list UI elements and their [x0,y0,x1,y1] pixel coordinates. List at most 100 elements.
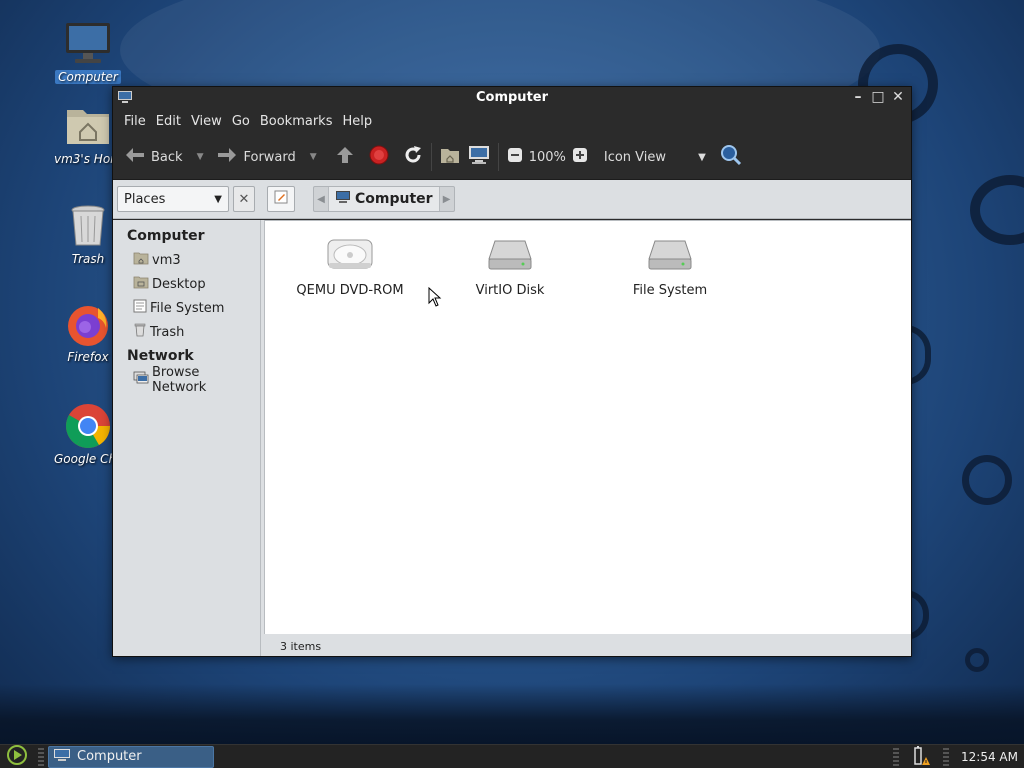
firefox-icon [64,300,112,348]
sidebar-item-label: Desktop [152,276,206,292]
computer-button[interactable] [464,141,494,173]
maximize-button[interactable]: □ [871,89,885,105]
file-item-file-system[interactable]: File System [595,237,745,298]
breadcrumb-left-arrow-icon[interactable]: ◀ [314,194,328,205]
sidebar-item-vm3[interactable]: vm3 [113,248,260,272]
forward-label: Forward [243,149,296,165]
icon-view[interactable]: QEMU DVD-ROM VirtIO Disk File System [264,220,911,634]
zoom-out-button[interactable] [503,141,527,173]
places-sidebar: Computer vm3 Desktop File System Trash N… [113,220,261,656]
back-history-dropdown-icon[interactable]: ▼ [197,152,204,162]
optical-drive-icon [275,237,425,271]
zoom-out-icon [507,147,523,167]
search-button[interactable] [716,141,746,173]
home-button[interactable] [436,141,464,173]
menu-go[interactable]: Go [227,114,255,129]
reload-button[interactable] [399,141,427,173]
stop-icon [369,145,389,169]
trash-icon [133,323,147,341]
view-mode-label: Icon View [603,149,667,165]
home-folder-icon [64,102,112,150]
sidebar-item-label: vm3 [152,252,181,268]
taskbar-item-computer[interactable]: Computer [48,745,214,768]
desktop-icon-computer[interactable]: Computer [51,20,125,84]
sidebar-item-file-system[interactable]: File System [113,296,260,320]
close-icon: ✕ [238,191,250,207]
desktop-icon-label: Trash [71,252,105,266]
stop-button[interactable] [365,141,393,173]
breadcrumb-right-arrow-icon[interactable]: ▶ [440,194,454,205]
sidepane-select[interactable]: Places ▼ [117,186,229,212]
zoom-level: 100% [528,149,566,165]
sidebar-item-trash[interactable]: Trash [113,320,260,344]
system-tray: 12:54 AM [889,745,1024,768]
chrome-icon [64,402,112,450]
forward-arrow-icon [217,147,237,167]
menu-file[interactable]: File [119,114,151,129]
taskbar: Computer 12:54 AM [0,744,1024,768]
menu-view[interactable]: View [186,114,227,129]
computer-icon [335,190,351,208]
menu-help[interactable]: Help [337,114,377,129]
pencil-icon [273,189,289,209]
file-item-label: VirtIO Disk [475,283,545,298]
menu-edit[interactable]: Edit [151,114,186,129]
home-folder-icon [133,251,149,269]
up-button[interactable] [331,141,359,173]
desktop-icon-label: Firefox [67,350,109,364]
clock[interactable]: 12:54 AM [961,750,1018,764]
minimize-button[interactable]: – [851,89,865,105]
close-button[interactable]: ✕ [891,89,905,105]
zoom-in-button[interactable] [568,141,592,173]
file-manager-window: Computer – □ ✕ File Edit View Go Bookmar… [112,86,912,657]
computer-icon [468,145,490,169]
computer-icon [53,748,71,766]
sidepane-select-label: Places [124,191,166,207]
view-mode-select[interactable]: Icon View ▼ [600,141,710,173]
back-button[interactable]: Back ▼ [121,141,207,173]
close-sidepane-button[interactable]: ✕ [233,186,255,212]
sidebar-item-desktop[interactable]: Desktop [113,272,260,296]
chevron-down-icon: ▼ [698,151,706,163]
panel-grip[interactable] [38,747,44,766]
panel-grip[interactable] [943,748,950,766]
wallpaper-ring [965,648,989,672]
file-item-dvd-rom[interactable]: QEMU DVD-ROM [275,237,425,298]
sidebar-item-label: Trash [150,324,185,340]
wallpaper-ring [970,175,1024,245]
wallpaper-ring [962,455,1012,505]
toolbar-separator [430,143,432,171]
menu-bookmarks[interactable]: Bookmarks [255,114,338,129]
desktop-icon-label: Computer [55,70,121,84]
start-menu-button[interactable] [0,744,34,768]
reload-icon [403,145,423,169]
panel-grip[interactable] [893,748,900,766]
edit-location-button[interactable] [267,186,295,212]
back-arrow-icon [125,147,145,167]
up-arrow-icon [335,145,355,169]
search-icon [720,144,742,170]
start-menu-icon [6,744,28,768]
hard-disk-icon [435,237,585,271]
forward-history-dropdown-icon[interactable]: ▼ [310,152,317,162]
file-item-label: QEMU DVD-ROM [296,283,404,298]
sidebar-item-browse-network[interactable]: Browse Network [113,365,260,395]
breadcrumb-item-computer[interactable]: Computer [328,187,440,211]
window-title: Computer [475,90,549,105]
file-item-virtio-disk[interactable]: VirtIO Disk [435,237,585,298]
taskbar-item-label: Computer [77,749,142,764]
desktop-folder-icon [133,275,149,293]
chevron-down-icon: ▼ [214,193,222,205]
sidebar-item-label: File System [150,300,225,316]
breadcrumb: ◀ Computer ▶ [313,186,455,212]
file-system-icon [133,299,147,317]
forward-button[interactable]: Forward ▼ [213,141,320,173]
computer-icon [117,90,133,108]
wallpaper-grass [0,684,1024,744]
toolbar-separator [497,143,499,171]
battery-warning-icon[interactable] [911,745,931,768]
network-icon [133,371,149,389]
home-folder-icon [440,146,460,168]
window-titlebar[interactable]: Computer – □ ✕ [113,87,911,108]
sidebar-heading-computer: Computer [127,228,205,244]
